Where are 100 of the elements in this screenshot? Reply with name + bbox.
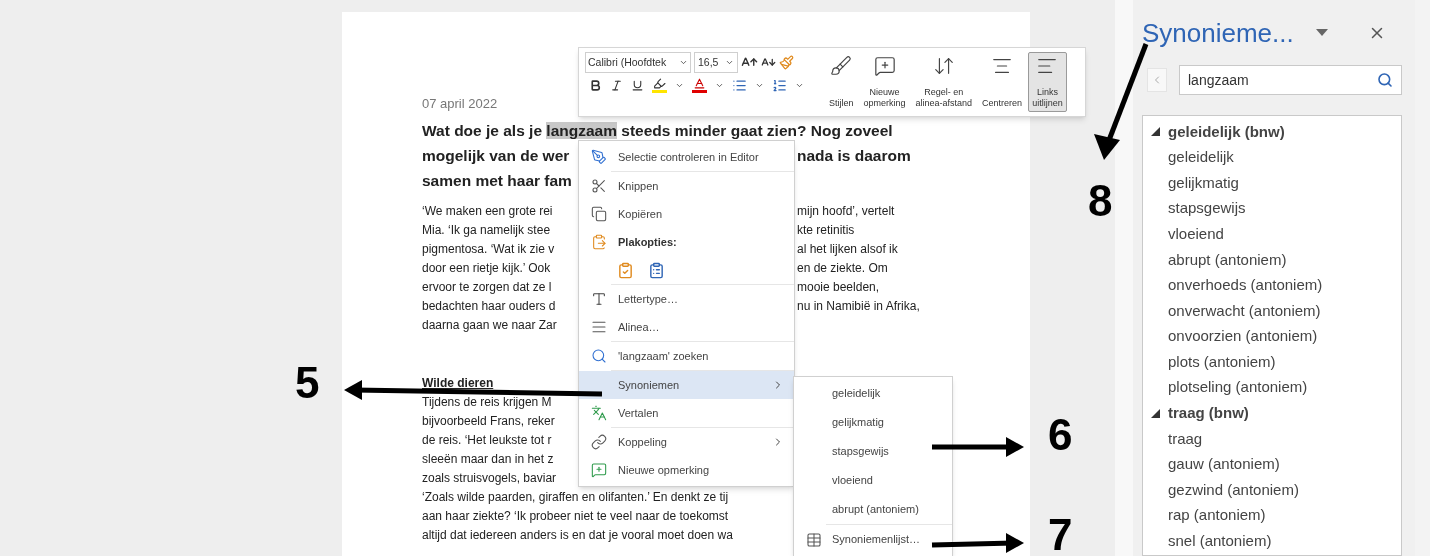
highlighter-icon[interactable] (652, 77, 667, 93)
paste-option-icon[interactable] (648, 261, 665, 279)
menu-item[interactable]: gelijkmatig (794, 408, 952, 437)
bold-icon[interactable] (589, 78, 602, 92)
synonym-item[interactable]: plotseling (antoniem) (1168, 376, 1308, 399)
paragraph-text: bedachten haar ouders d (422, 299, 556, 313)
table-icon (806, 531, 822, 548)
paragraph-icon (591, 319, 607, 335)
menu-item[interactable]: geleidelijk (794, 379, 952, 408)
paragraph-text: ‘Zoals wilde paarden, giraffen en olifanten.’ En denkt ze tij (422, 490, 729, 504)
synonym-item[interactable]: gelijkmatig (1168, 171, 1239, 195)
synonym-item[interactable]: onverhoeds (antoniem) (1168, 274, 1323, 297)
toolbar-button[interactable]: Centreren (978, 52, 1027, 112)
selected-word: langzaam (546, 122, 617, 139)
line-spacing-icon (932, 55, 955, 77)
comment-icon (591, 462, 607, 478)
synonym-item[interactable]: gezwind (antoniem) (1168, 478, 1299, 502)
scissors-icon (591, 178, 607, 194)
menu-item[interactable]: Lettertype… (579, 285, 794, 313)
synonym-group[interactable]: geleidelijk (bnw) (1143, 119, 1401, 145)
pen-icon (591, 149, 607, 165)
paragraph-text: al het lijken alsof ik (797, 241, 898, 258)
chevron-down-icon (679, 58, 688, 67)
paragraph-text: zoals struisvogels, baviar (422, 471, 557, 485)
paragraph-text: nu in Namibië in Afrika, (797, 298, 920, 315)
paragraph-text: sleeën maar dan in het z (422, 452, 554, 466)
translate-icon (591, 405, 607, 421)
menu-item[interactable]: Nieuwe opmerking (579, 456, 794, 484)
synonym-item[interactable]: snel (antoniem) (1168, 530, 1272, 553)
synonym-item[interactable]: traag (1168, 427, 1203, 451)
menu-item[interactable]: Synoniemen (579, 371, 794, 399)
underline-icon[interactable] (631, 78, 644, 92)
copy-icon (591, 206, 607, 222)
dropdown-caret-icon[interactable] (1315, 29, 1328, 37)
toolbar-button[interactable]: Regel- en alinea-afstand (911, 52, 977, 112)
annotation-number: 5 (295, 358, 320, 408)
menu-item[interactable]: Knippen (579, 172, 794, 200)
expanded-triangle-icon[interactable] (1151, 127, 1160, 137)
paragraph-text: pigmentosa. ‘Wat ik zie v (422, 242, 555, 256)
comment-icon (873, 55, 896, 77)
synonym-item[interactable]: stapsgewijs (1168, 197, 1246, 220)
section-heading: Wilde dieren (422, 375, 494, 392)
toolbar-button[interactable]: Links uitlijnen (1028, 52, 1067, 112)
paragraph-text: Tijdens de reis krijgen M (422, 395, 552, 409)
paragraph-text: door een rietje kijk.’ Ook (422, 261, 551, 275)
search-input[interactable]: langzaam (1188, 69, 1377, 91)
menu-item[interactable]: Vertalen (579, 399, 794, 427)
menu-item[interactable]: vloeiend (794, 466, 952, 495)
search-icon (591, 348, 607, 364)
paragraph-text: ervoor te zorgen dat ze l (422, 280, 552, 294)
paragraph-text: bijvoorbeeld Frans, reker (422, 414, 555, 428)
chevron-down-icon (725, 58, 734, 67)
toolbar-button[interactable]: Stijlen (825, 52, 858, 112)
paragraph-text: ‘We maken een grote rei (422, 204, 553, 218)
expanded-triangle-icon[interactable] (1151, 408, 1160, 418)
date-text: 07 april 2022 (422, 96, 498, 112)
paragraph-text: en de ziekte. Om (797, 260, 888, 277)
synonym-item[interactable]: rap (antoniem) (1168, 504, 1266, 527)
heading-text: Wat doe je als je (422, 122, 544, 139)
menu-item[interactable]: Koppeling (579, 428, 794, 456)
paragraph-text: Mia. ‘Ik ga namelijk stee (422, 223, 551, 237)
menu-item[interactable]: Kopiëren (579, 200, 794, 228)
menu-item[interactable]: Alinea… (579, 313, 794, 341)
menu-item[interactable]: Selectie controleren in Editor (579, 143, 794, 171)
paragraph-text: nada is daarom (797, 146, 911, 166)
font-select[interactable]: Calibri (Hoofdtek (585, 52, 691, 73)
search-icon[interactable] (1377, 72, 1393, 88)
annotation-number: 6 (1048, 410, 1073, 460)
synonym-item[interactable]: abrupt (antoniem) (1168, 248, 1287, 271)
brush-icon (830, 55, 853, 77)
menu-item[interactable]: 'langzaam' zoeken (579, 342, 794, 370)
menu-item[interactable]: abrupt (antoniem) (794, 495, 952, 524)
paragraph-text: mijn hoofd’, vertelt (797, 203, 895, 220)
synonym-item[interactable]: onvoorzien (antoniem) (1168, 325, 1318, 348)
toolbar-button[interactable]: Nieuwe opmerking (859, 52, 910, 112)
synonym-group[interactable]: traag (bnw) (1143, 400, 1401, 427)
bullet-list-icon[interactable] (732, 77, 747, 93)
font-size-select[interactable]: 16,5 (694, 52, 738, 73)
annotation-number: 7 (1048, 510, 1073, 556)
synonym-item[interactable]: gauw (antoniem) (1168, 453, 1280, 476)
italic-icon[interactable] (610, 78, 623, 92)
synonym-item[interactable]: onverwacht (antoniem) (1168, 299, 1321, 323)
paste-option-icon[interactable] (617, 261, 634, 279)
menu-item[interactable]: Synoniemenlijst… (794, 525, 952, 554)
font-color-icon[interactable] (692, 77, 707, 93)
annotation-number: 8 (1088, 176, 1113, 226)
font-icon (591, 291, 607, 307)
paragraph-text: mogelijk van de wer (422, 147, 570, 164)
link-icon (591, 434, 607, 450)
menu-item[interactable]: stapsgewijs (794, 437, 952, 466)
synonym-item[interactable]: vloeiend (1168, 222, 1224, 246)
synonym-item[interactable]: plots (antoniem) (1168, 350, 1276, 374)
paragraph-text: kte retinitis (797, 222, 855, 239)
numbered-list-icon[interactable] (772, 77, 787, 93)
menu-header: Plakopties: (579, 228, 794, 256)
synonym-item[interactable]: geleidelijk (1168, 146, 1234, 169)
search-field[interactable]: langzaam (1179, 65, 1402, 95)
clipboard-icon (591, 234, 607, 250)
paragraph-text: altijd dat iedereen anders is en dat je vooral moet doen wa (422, 528, 733, 542)
pane-title: Synonieme... (1142, 16, 1294, 50)
